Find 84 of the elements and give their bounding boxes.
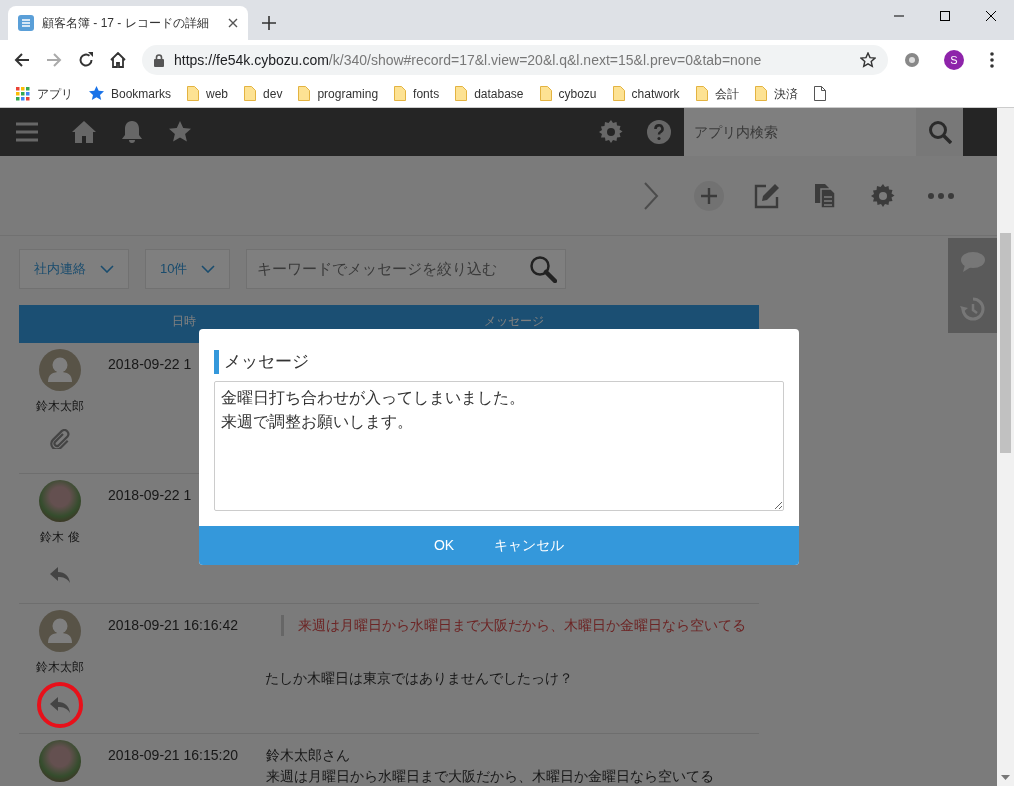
author-name: 鈴木 俊 [40, 529, 80, 546]
folder-icon [539, 86, 552, 101]
bookmark-item[interactable]: fonts [390, 84, 448, 103]
dialog-title: メッセージ [214, 350, 799, 374]
url-text: https://fe54k.cybozu.com/k/340/show#record=17&l.view=20&l.q&l.next=15&l.prev=0&tab=none [174, 50, 762, 70]
mention-text: 鈴木太郎さん [266, 746, 351, 765]
help-icon [647, 120, 671, 144]
folder-icon [612, 86, 625, 101]
star-icon [89, 86, 104, 101]
search-icon [927, 120, 952, 144]
author-name: 鈴木太郎 [36, 398, 84, 415]
scroll-down-icon [1001, 775, 1010, 780]
plus-icon [694, 180, 724, 211]
settings-icon [871, 183, 895, 208]
paperclip-icon[interactable] [50, 429, 70, 449]
message-datetime: 2018-09-21 16:15:20 [108, 747, 238, 763]
message-datetime: 2018-09-22 1 [108, 356, 192, 372]
add-record-button[interactable] [693, 179, 725, 212]
message-datetime: 2018-09-21 16:16:42 [108, 617, 238, 633]
message-text: 来週は月曜日から水曜日まで大阪だから、木曜日か金曜日なら空いてる [266, 767, 715, 786]
tab-title: 顧客名簿 - 17 - レコードの詳細 [42, 15, 209, 32]
list-icon [18, 15, 34, 31]
message-datetime: 2018-09-22 1 [108, 487, 192, 503]
forward-arrow-icon [46, 52, 62, 68]
folder-icon [187, 86, 200, 101]
quoted-message: 来週は月曜日から水曜日まで大阪だから、木曜日か金曜日なら空いてる [281, 615, 759, 636]
column-header: 日時 [171, 314, 197, 328]
documents-icon [814, 182, 836, 209]
author-name: 鈴木太郎 [36, 659, 84, 676]
speech-bubble-icon [960, 251, 985, 272]
scrollbar-thumb[interactable] [1000, 233, 1011, 453]
bell-icon [121, 120, 143, 144]
bookmark-item[interactable]: cybozu [535, 84, 605, 103]
history-icon [959, 296, 986, 323]
message-text: たしか木曜日は東京ではありませんでしたっけ？ [265, 669, 574, 688]
bookmark-item[interactable]: web [183, 84, 237, 103]
close-icon[interactable] [228, 18, 238, 28]
maximize-icon [940, 11, 950, 21]
bookmark-item[interactable]: 決済 [750, 84, 806, 103]
keyword-input[interactable]: キーワードでメッセージを絞り込む [255, 256, 530, 282]
edit-icon [754, 182, 780, 209]
folder-icon [298, 86, 311, 101]
chevron-right-icon [643, 181, 659, 210]
folder-icon [244, 86, 257, 101]
home-icon [72, 121, 96, 143]
scrollbar[interactable] [997, 108, 1014, 786]
settings-icon [599, 120, 623, 144]
profile-avatar[interactable]: S [944, 50, 964, 70]
back-arrow-icon [14, 52, 30, 68]
bookmark-item[interactable]: アプリ [12, 84, 81, 103]
more-icon [928, 192, 954, 199]
search-icon [529, 255, 558, 283]
menu-icon [16, 122, 38, 142]
star-outline-icon[interactable] [860, 52, 876, 68]
folder-icon [754, 86, 767, 101]
folder-icon [394, 86, 407, 101]
bookmark-item[interactable]: 会計 [691, 84, 747, 103]
column-header: メッセージ [483, 314, 545, 328]
lock-icon [154, 53, 164, 67]
plus-icon[interactable] [262, 16, 276, 30]
browser-tab[interactable]: 顧客名簿 - 17 - レコードの詳細 [8, 6, 248, 40]
folder-icon [455, 86, 468, 101]
bookmark-item[interactable]: Bookmarks [85, 84, 180, 103]
bookmark-item[interactable]: programing [294, 84, 387, 103]
reply-arrow-icon[interactable] [50, 567, 70, 585]
home-icon [109, 52, 127, 68]
folder-icon [695, 86, 708, 101]
apps-grid-icon [16, 86, 30, 101]
page-icon[interactable] [813, 86, 826, 101]
search-button[interactable] [916, 108, 963, 156]
address-bar[interactable]: https://fe54k.cybozu.com/k/340/show#record=17&l.view=20&l.q&l.next=15&l.prev=0&tab=none [142, 45, 888, 75]
chevron-down-icon [100, 265, 114, 273]
kebab-menu-icon [990, 52, 994, 68]
reload-icon [78, 52, 94, 68]
reply-arrow-icon[interactable] [50, 697, 70, 715]
message-input[interactable]: 金曜日打ち合わせが入ってしまいました。 来週で調整お願いします。 [214, 381, 784, 511]
chevron-down-icon [201, 265, 216, 273]
bookmark-item[interactable]: dev [240, 84, 291, 103]
close-icon [986, 11, 996, 21]
bookmark-item[interactable]: chatwork [608, 84, 688, 103]
keyword-field[interactable]: キーワードでメッセージを絞り込む [246, 249, 567, 289]
star-icon [169, 121, 191, 143]
app-search-field[interactable]: アプリ内検索 [684, 108, 916, 156]
bookmark-item[interactable]: database [451, 84, 532, 103]
